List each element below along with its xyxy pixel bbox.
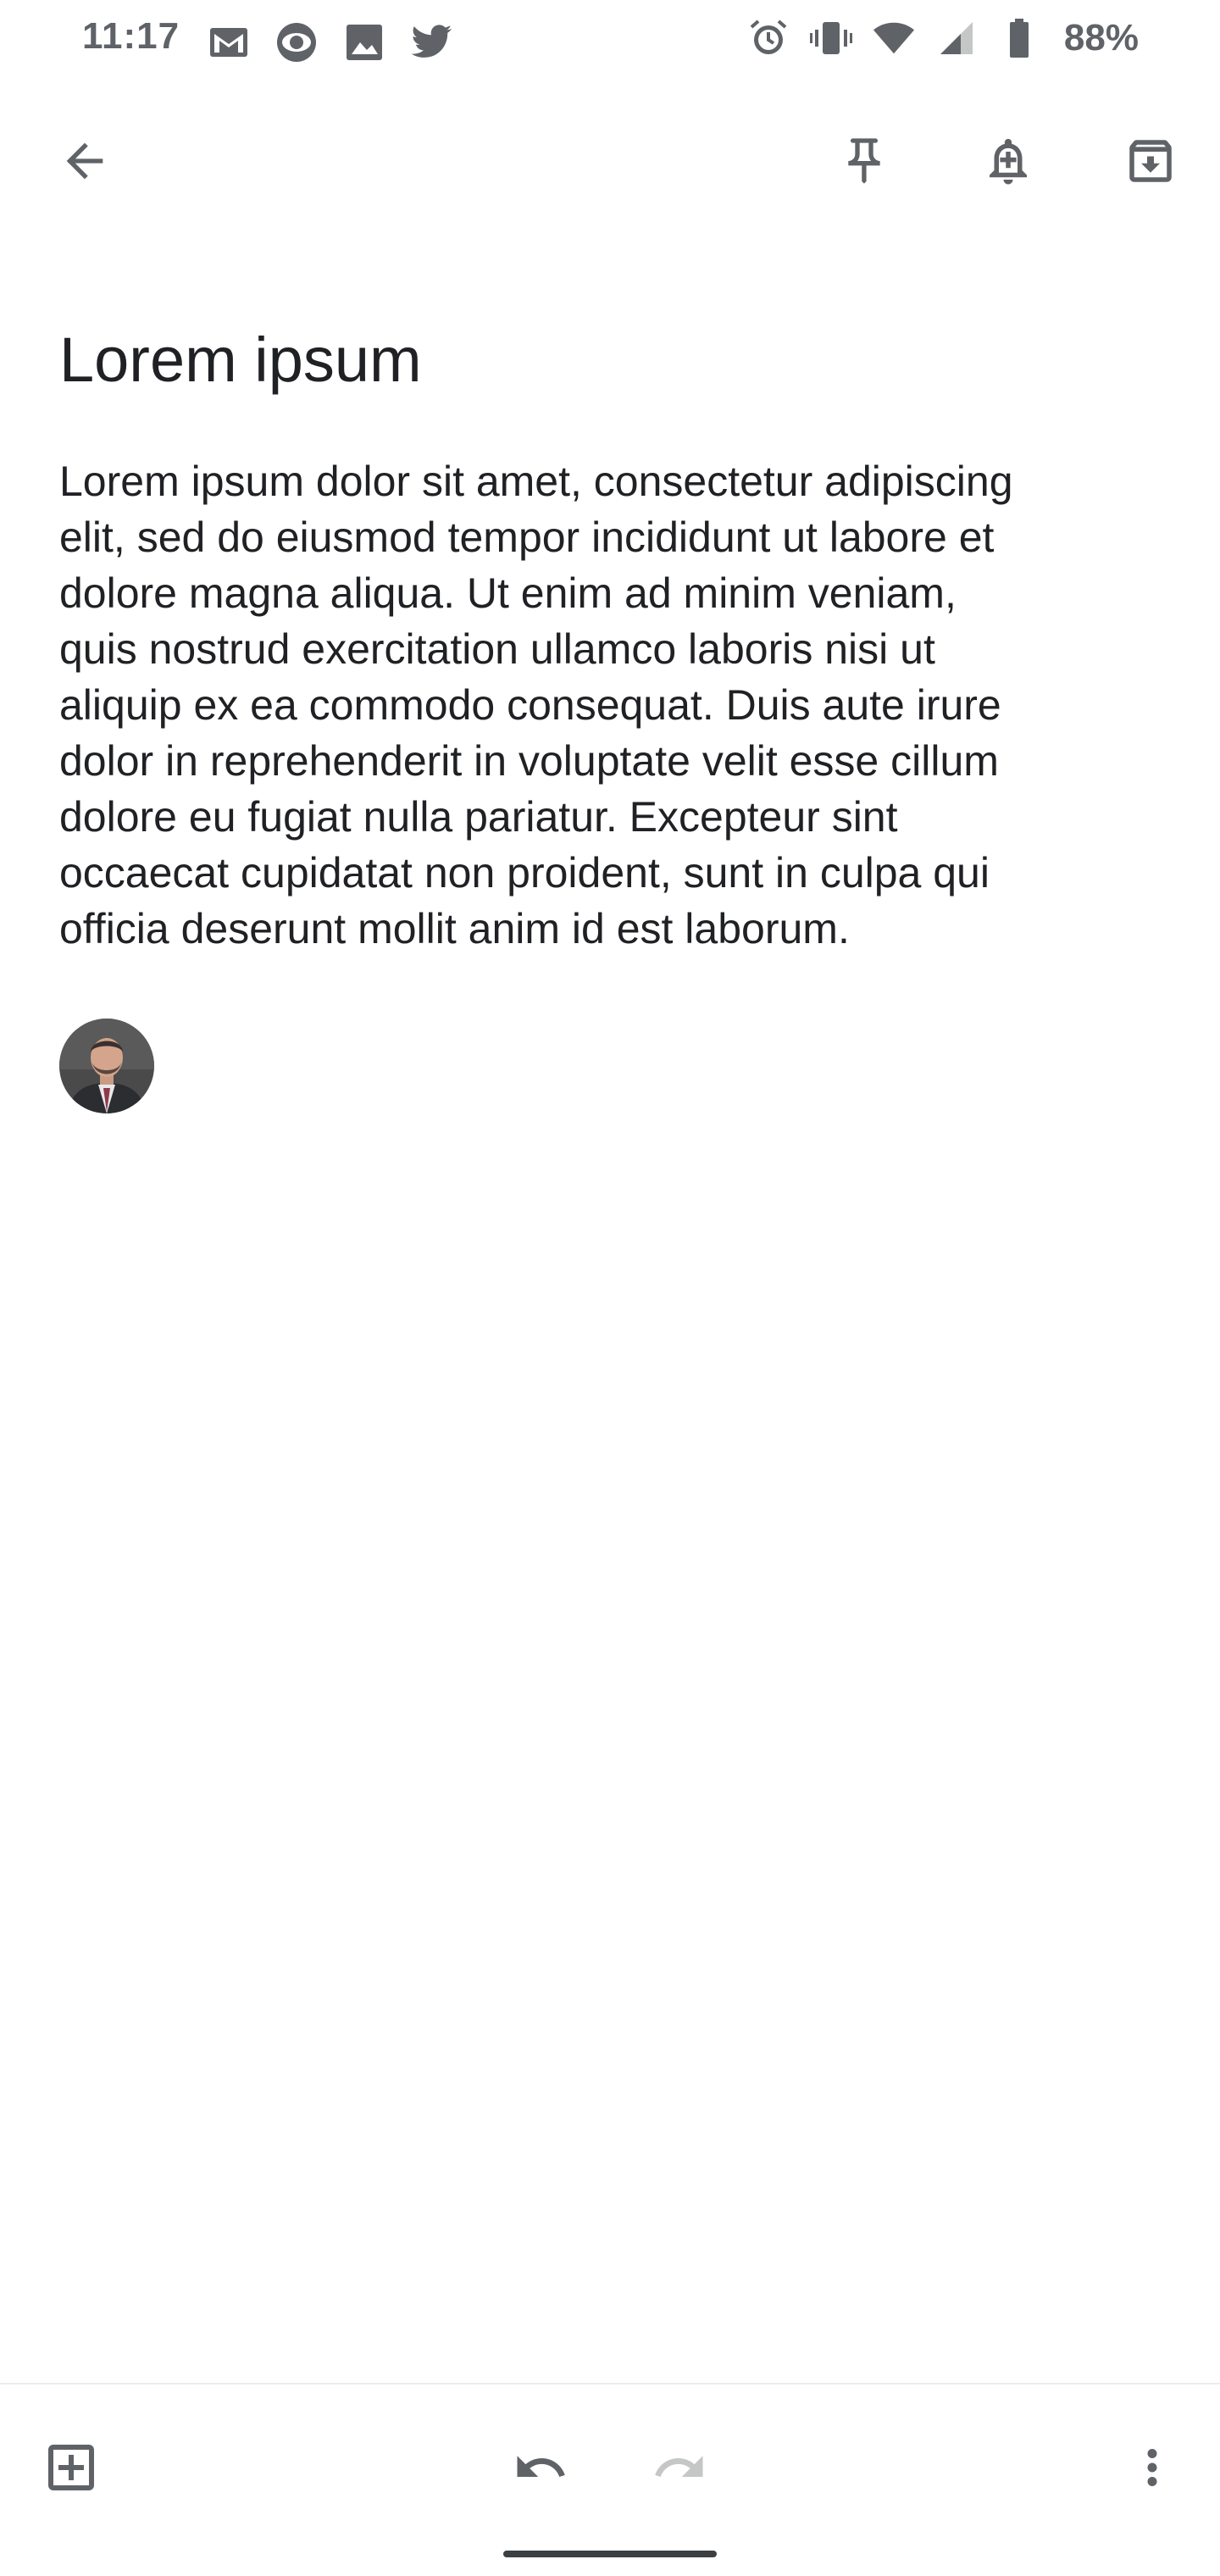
photos-icon <box>343 24 385 61</box>
archive-icon <box>1129 140 1172 182</box>
undo-icon <box>517 2456 565 2477</box>
battery-percent: 88% <box>1063 17 1139 58</box>
undo-button[interactable] <box>498 2425 583 2510</box>
twitter-icon <box>411 24 453 61</box>
signal-icon <box>935 17 978 59</box>
notification-icons <box>208 23 453 62</box>
more-vert-icon <box>1147 2449 1157 2486</box>
add-box-icon <box>48 2445 94 2490</box>
redo-icon <box>655 2456 703 2477</box>
wifi-icon <box>873 17 915 59</box>
reminder-bell-icon <box>990 138 1027 185</box>
alarm-icon <box>747 17 790 59</box>
redo-button[interactable] <box>637 2425 722 2510</box>
note-title[interactable]: Lorem ipsum <box>59 322 1161 398</box>
note-toolbar <box>0 119 1220 212</box>
pin-button[interactable] <box>822 119 907 203</box>
system-status-icons: 88% <box>747 17 1139 59</box>
archive-button[interactable] <box>1108 119 1193 203</box>
eye-icon <box>275 23 318 62</box>
gmail-icon <box>208 24 250 61</box>
pin-icon <box>848 138 880 184</box>
note-body[interactable]: Lorem ipsum dolor sit amet, consectetur … <box>59 453 1169 957</box>
back-arrow-icon <box>66 142 103 180</box>
battery-icon <box>998 17 1040 59</box>
status-time: 11:17 <box>82 15 180 57</box>
avatar[interactable] <box>59 1019 154 1113</box>
add-content-button[interactable] <box>29 2425 114 2510</box>
back-button[interactable] <box>42 119 127 203</box>
vibrate-icon <box>809 17 852 59</box>
gesture-navigation-handle[interactable] <box>503 2551 717 2557</box>
more-options-button[interactable] <box>1110 2425 1195 2510</box>
reminder-button[interactable] <box>966 119 1051 203</box>
collaborator-photo <box>59 1019 154 1113</box>
bottom-toolbar <box>0 2383 1220 2537</box>
status-bar: 11:17 88% <box>0 0 1220 85</box>
